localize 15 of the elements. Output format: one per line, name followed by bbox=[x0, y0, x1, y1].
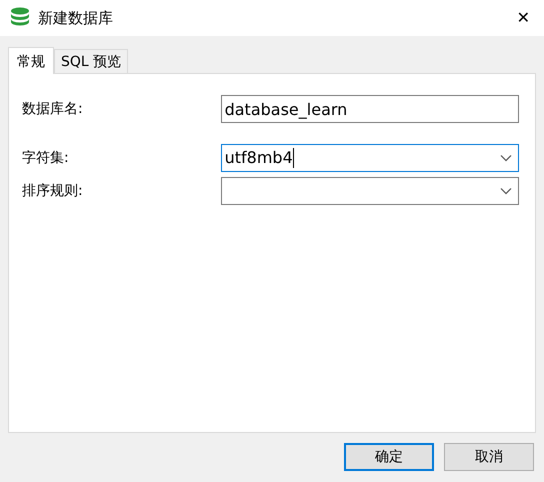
field-label: 排序规则: bbox=[22, 182, 84, 200]
dropdown-field[interactable] bbox=[220, 177, 519, 205]
dialog-button[interactable]: 确定 bbox=[344, 443, 434, 471]
field-label: 数据库名: bbox=[22, 100, 84, 118]
dialog-button[interactable]: 取消 bbox=[444, 443, 534, 471]
field-label: 字符集: bbox=[22, 148, 70, 168]
chevron-down-icon bbox=[500, 154, 512, 162]
input-field[interactable]: database_learn bbox=[220, 95, 519, 123]
dropdown-field[interactable]: utf8mb4 bbox=[220, 144, 519, 172]
window-title: 新建数据库 bbox=[38, 8, 114, 29]
tab[interactable]: SQL 预览 bbox=[54, 49, 128, 73]
text-cursor bbox=[292, 148, 294, 168]
tab[interactable]: 常规 bbox=[8, 47, 54, 74]
chevron-down-icon bbox=[500, 187, 512, 195]
close-button[interactable]: ✕ bbox=[510, 10, 536, 26]
